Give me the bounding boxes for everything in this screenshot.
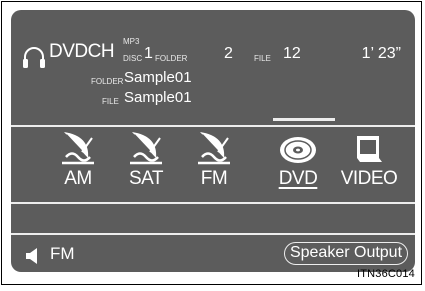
folder-label: FOLDER [155,54,188,63]
source-name: DVDCH [49,41,115,62]
headphone-icon [23,47,45,68]
satellite-antenna-icon [198,132,230,165]
source-button-fm[interactable]: FM [181,128,247,196]
divider-top [11,125,415,127]
satellite-antenna-icon [130,132,162,165]
source-label-video: VIDEO [340,168,398,189]
source-button-dvd[interactable]: DVD [265,128,331,196]
disc-label: DISC [123,54,143,63]
source-button-video[interactable]: VIDEO [336,128,402,196]
source-button-sat[interactable]: SAT [113,128,179,196]
figure-frame: DVDCH MP3 DISC 1 FOLDER 2 FILE 12 1’ 23”… [1,1,422,285]
file-label: FILE [254,54,271,63]
selected-source-indicator [273,118,335,121]
speaker-icon [26,248,37,264]
source-label-fm: FM [200,168,228,189]
monitor-icon [357,136,382,162]
folder-name-label: FOLDER [91,77,124,86]
source-label-dvd: DVD [278,168,318,189]
satellite-antenna-icon [62,132,94,165]
folder-name: Sample01 [124,69,192,86]
disc-number: 1 [144,45,153,62]
file-name: Sample01 [124,89,192,106]
source-button-am[interactable]: AM [45,128,111,196]
divider-middle [11,202,415,204]
source-label-sat: SAT [128,168,164,189]
elapsed-time: 1’ 23” [361,45,401,62]
speaker-output-button[interactable]: Speaker Output [284,242,408,265]
file-name-label: FILE [102,97,119,106]
figure-caption: ITN36C014 [356,268,415,280]
speaker-source-label: FM [50,244,75,263]
format-label: MP3 [123,37,140,46]
source-label-am: AM [64,168,92,189]
divider-bottom [11,233,415,235]
file-number: 12 [283,45,301,62]
disc-icon [280,137,316,163]
audio-screen: DVDCH MP3 DISC 1 FOLDER 2 FILE 12 1’ 23”… [11,10,415,272]
folder-number: 2 [224,45,233,62]
